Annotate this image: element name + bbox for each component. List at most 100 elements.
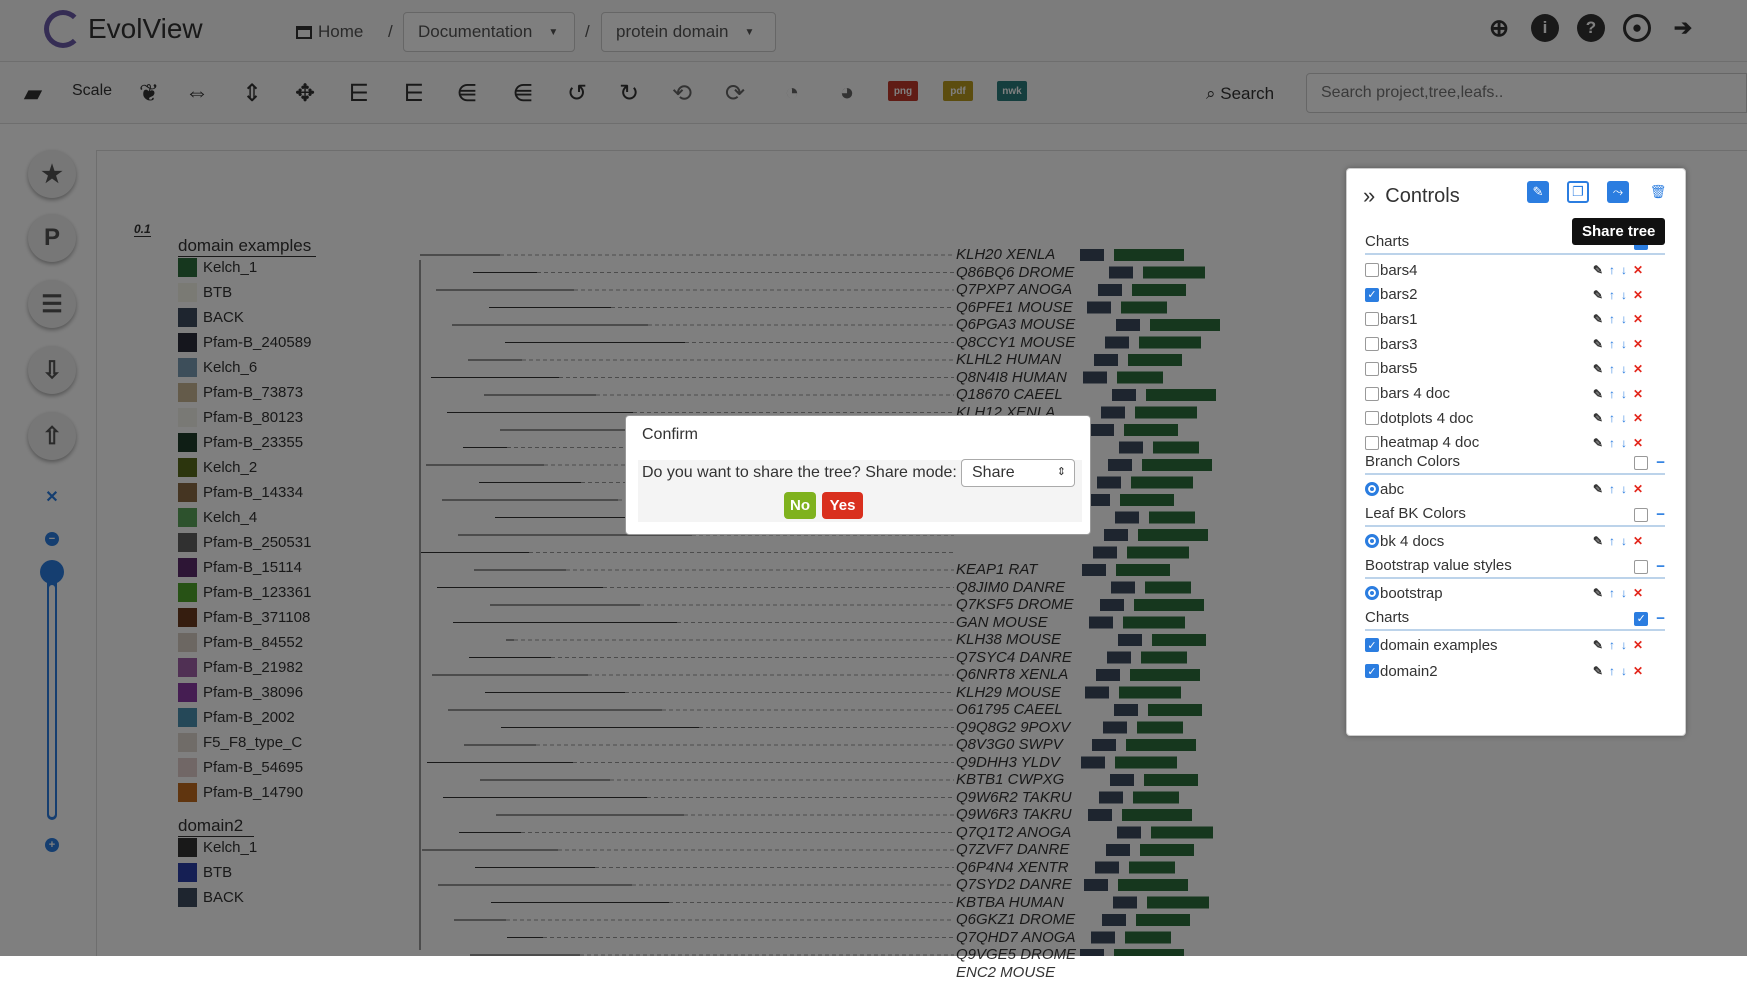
delete-icon[interactable]: ✕ — [1633, 586, 1643, 600]
row-checkbox[interactable] — [1365, 435, 1379, 450]
move-down-icon[interactable]: ↓ — [1621, 362, 1627, 376]
move-up-icon[interactable]: ↑ — [1609, 263, 1615, 277]
edit-icon[interactable]: ✎ — [1593, 362, 1603, 376]
row-checkbox[interactable] — [1365, 312, 1379, 327]
move-up-icon[interactable]: ↑ — [1609, 288, 1615, 302]
collapse-panel-icon[interactable]: » — [1363, 183, 1375, 209]
no-button[interactable]: No — [784, 492, 816, 519]
edit-icon[interactable]: ✎ — [1593, 482, 1603, 496]
section-checkbox[interactable] — [1634, 455, 1649, 470]
collapse-icon[interactable]: − — [1656, 454, 1665, 471]
edit-icon[interactable]: ✎ — [1593, 638, 1603, 652]
leaf-label[interactable]: ENC2 MOUSE — [956, 964, 1055, 981]
move-up-icon[interactable]: ↑ — [1609, 312, 1615, 326]
delete-icon[interactable]: ✕ — [1633, 263, 1643, 277]
row-checkbox[interactable] — [1365, 411, 1379, 426]
edit-icon[interactable]: ✎ — [1593, 263, 1603, 277]
controls-section-header: Charts ✓− — [1365, 609, 1665, 631]
row-checkbox[interactable] — [1365, 337, 1379, 352]
delete-icon[interactable]: ✕ — [1633, 664, 1643, 678]
move-up-icon[interactable]: ↑ — [1609, 586, 1615, 600]
row-checkbox[interactable] — [1365, 361, 1379, 376]
edit-icon[interactable]: ✎ — [1593, 387, 1603, 401]
section-checkbox[interactable] — [1634, 559, 1649, 574]
delete-icon[interactable]: ✕ — [1633, 534, 1643, 548]
delete-icon[interactable]: ✕ — [1633, 638, 1643, 652]
move-up-icon[interactable]: ↑ — [1609, 534, 1615, 548]
delete-icon[interactable]: ✕ — [1633, 362, 1643, 376]
controls-header[interactable]: » Controls — [1363, 183, 1460, 209]
controls-panel: » Controls ✎ ❐ ⤳ 🗑 Charts✓−bars4✎↑↓✕✓bar… — [1346, 168, 1686, 736]
delete-icon[interactable]: ✕ — [1633, 337, 1643, 351]
row-actions: ✎ ↑ ↓ ✕ — [1593, 337, 1643, 351]
row-actions: ✎ ↑ ↓ ✕ — [1593, 411, 1643, 425]
move-up-icon[interactable]: ↑ — [1609, 411, 1615, 425]
move-down-icon[interactable]: ↓ — [1621, 387, 1627, 401]
edit-icon[interactable]: ✎ — [1593, 534, 1603, 548]
row-checkbox[interactable]: ✓ — [1365, 287, 1379, 302]
move-up-icon[interactable]: ↑ — [1609, 638, 1615, 652]
edit-icon[interactable]: ✎ — [1593, 586, 1603, 600]
edit-icon[interactable]: ✎ — [1593, 664, 1603, 678]
radio-button[interactable] — [1365, 586, 1379, 600]
edit-icon[interactable]: ✎ — [1593, 411, 1603, 425]
collapse-icon[interactable]: − — [1656, 558, 1665, 575]
controls-row: ✓ domain examples ✎ ↑ ↓ ✕ — [1365, 635, 1665, 655]
move-up-icon[interactable]: ↑ — [1609, 362, 1615, 376]
move-down-icon[interactable]: ↓ — [1621, 312, 1627, 326]
row-checkbox[interactable] — [1365, 263, 1379, 277]
row-checkbox[interactable]: ✓ — [1365, 664, 1379, 678]
move-down-icon[interactable]: ↓ — [1621, 664, 1627, 678]
move-up-icon[interactable]: ↑ — [1609, 664, 1615, 678]
delete-icon[interactable]: ✕ — [1633, 312, 1643, 326]
move-up-icon[interactable]: ↑ — [1609, 482, 1615, 496]
row-actions: ✎ ↑ ↓ ✕ — [1593, 312, 1643, 326]
section-checkbox[interactable]: ✓ — [1634, 611, 1649, 626]
delete-icon[interactable]: ✕ — [1633, 288, 1643, 302]
row-checkbox[interactable] — [1365, 386, 1379, 401]
yes-button[interactable]: Yes — [822, 492, 863, 519]
move-down-icon[interactable]: ↓ — [1621, 288, 1627, 302]
radio-button[interactable] — [1365, 482, 1379, 496]
edit-icon[interactable]: ✎ — [1593, 337, 1603, 351]
controls-row: bars3 ✎ ↑ ↓ ✕ — [1365, 334, 1665, 354]
move-down-icon[interactable]: ↓ — [1621, 534, 1627, 548]
radio-button[interactable] — [1365, 534, 1379, 548]
row-label: bars 4 doc — [1380, 385, 1451, 402]
delete-icon[interactable]: ✕ — [1633, 411, 1643, 425]
collapse-icon[interactable]: − — [1656, 610, 1665, 627]
edit-icon[interactable]: ✎ — [1593, 436, 1603, 450]
move-up-icon[interactable]: ↑ — [1609, 387, 1615, 401]
controls-row: dotplots 4 doc ✎ ↑ ↓ ✕ — [1365, 408, 1665, 428]
row-label: bars5 — [1380, 360, 1418, 378]
row-actions: ✎ ↑ ↓ ✕ — [1593, 664, 1643, 678]
delete-icon[interactable]: ✕ — [1633, 482, 1643, 496]
row-label: abc — [1380, 480, 1405, 498]
collapse-icon[interactable]: − — [1656, 506, 1665, 523]
row-checkbox[interactable]: ✓ — [1365, 638, 1379, 652]
move-down-icon[interactable]: ↓ — [1621, 482, 1627, 496]
move-down-icon[interactable]: ↓ — [1621, 586, 1627, 600]
share-icon[interactable]: ⤳ — [1607, 181, 1629, 203]
section-label: Charts — [1365, 233, 1410, 250]
row-label: bars1 — [1380, 310, 1418, 328]
section-checkbox[interactable] — [1634, 507, 1649, 522]
move-down-icon[interactable]: ↓ — [1621, 337, 1627, 351]
move-down-icon[interactable]: ↓ — [1621, 263, 1627, 277]
controls-row: bars1 ✎ ↑ ↓ ✕ — [1365, 309, 1665, 329]
move-down-icon[interactable]: ↓ — [1621, 436, 1627, 450]
edit-icon[interactable]: ✎ — [1527, 181, 1549, 203]
controls-row: heatmap 4 doc ✎ ↑ ↓ ✕ — [1365, 433, 1665, 453]
controls-row: ✓ bars2 ✎ ↑ ↓ ✕ — [1365, 285, 1665, 305]
move-down-icon[interactable]: ↓ — [1621, 411, 1627, 425]
share-mode-select[interactable]: Share ⇕ — [961, 459, 1075, 487]
edit-icon[interactable]: ✎ — [1593, 288, 1603, 302]
delete-icon[interactable]: ✕ — [1633, 387, 1643, 401]
move-down-icon[interactable]: ↓ — [1621, 638, 1627, 652]
copy-icon[interactable]: ❐ — [1567, 181, 1589, 203]
move-up-icon[interactable]: ↑ — [1609, 436, 1615, 450]
delete-icon[interactable]: ✕ — [1633, 436, 1643, 450]
trash-icon[interactable]: 🗑 — [1647, 181, 1669, 203]
move-up-icon[interactable]: ↑ — [1609, 337, 1615, 351]
edit-icon[interactable]: ✎ — [1593, 312, 1603, 326]
